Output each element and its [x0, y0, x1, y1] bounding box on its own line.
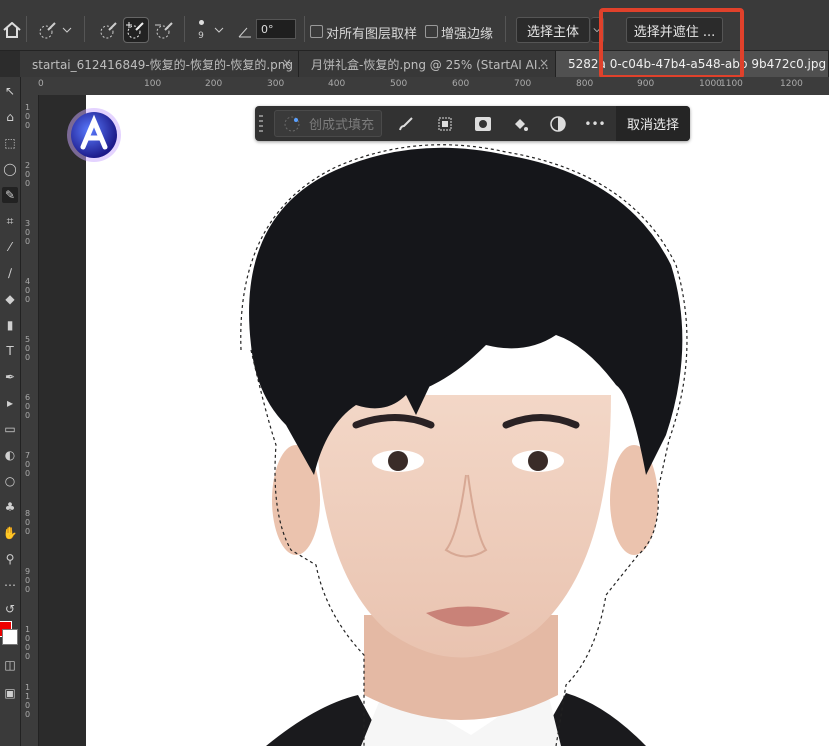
artboard-tool-icon[interactable]: ⌂ — [2, 109, 18, 125]
startai-logo — [66, 107, 122, 163]
enhance-edge-checkbox[interactable] — [425, 25, 438, 38]
ruler-label: 100 — [144, 79, 162, 89]
tab-label: 月饼礼盒-恢复的.png @ 25% (StartAI AI... — [311, 57, 549, 72]
more-options-icon[interactable]: ••• — [584, 114, 605, 134]
contextual-task-bar: 创成式填充 ••• 取消选择 — [255, 106, 690, 141]
ruler-label: 800 — [25, 509, 31, 536]
pen-tool-icon[interactable]: ✒ — [2, 369, 18, 385]
more-tools-icon[interactable]: ⋯ — [2, 577, 18, 593]
chevron-down-icon[interactable] — [212, 18, 226, 42]
brush-size-value: 9 — [198, 31, 204, 41]
ruler-label: 1100 — [25, 683, 31, 719]
home-icon[interactable] — [0, 18, 24, 42]
document-canvas[interactable] — [86, 95, 829, 746]
quick-mask-icon[interactable]: ◫ — [2, 657, 18, 673]
path-selection-tool-icon[interactable]: ▸ — [2, 395, 18, 411]
brush-tool-icon[interactable]: ∕ — [2, 265, 18, 281]
highlight-annotation — [599, 8, 744, 79]
ruler-label: 300 — [267, 79, 285, 89]
drag-handle-icon[interactable] — [259, 114, 263, 134]
ruler-label: 600 — [25, 393, 31, 420]
zoom-tool-icon[interactable]: ⚲ — [2, 551, 18, 567]
eyedropper-tool-icon[interactable]: ⁄ — [2, 239, 18, 255]
ruler-label: 200 — [205, 79, 223, 89]
ruler-label: 1000 — [25, 625, 31, 661]
ruler-label: 400 — [328, 79, 346, 89]
generative-fill-label: 创成式填充 — [309, 118, 375, 133]
angle-input[interactable]: 0° — [256, 19, 296, 39]
tab-label: startai_612416849-恢复的-恢复的-恢复的.png — [32, 57, 293, 72]
ruler-label: 1200 — [780, 79, 803, 89]
screen-mode-icon[interactable]: ▣ — [2, 685, 18, 701]
close-icon[interactable]: × — [282, 56, 292, 70]
sample-all-layers-checkbox[interactable] — [310, 25, 323, 38]
ruler-top: 0 100 200 300 400 500 600 700 800 900 10… — [20, 77, 829, 96]
ruler-label: 700 — [514, 79, 532, 89]
move-tool-icon[interactable]: ↖ — [2, 83, 18, 99]
pasteboard — [39, 95, 86, 746]
angle-icon — [238, 23, 252, 42]
marquee-tool-icon[interactable]: ⬚ — [2, 135, 18, 151]
brush-size-picker[interactable]: 9 — [194, 20, 208, 46]
blur-tool-icon[interactable]: ○ — [2, 473, 18, 489]
paint-bucket-tool-icon[interactable]: ◐ — [2, 447, 18, 463]
brush-refine-icon[interactable] — [396, 114, 416, 134]
ruler-label: 200 — [25, 161, 31, 188]
add-to-selection-brush-icon[interactable] — [123, 17, 149, 43]
ruler-label: 1000 — [699, 79, 722, 89]
shape-tool-icon[interactable]: ▭ — [2, 421, 18, 437]
adjustment-icon[interactable] — [548, 114, 568, 134]
quick-selection-tool-icon[interactable]: ✎ — [2, 187, 18, 203]
ruler-label: 1100 — [720, 79, 743, 89]
quick-selection-tool-preset-icon[interactable] — [36, 18, 60, 42]
sparkle-icon — [283, 115, 301, 137]
enhance-edge-label: 增强边缘 — [441, 27, 494, 42]
ruler-label: 500 — [25, 335, 31, 362]
swap-colors-icon[interactable]: ↺ — [2, 601, 18, 617]
portrait-photo — [240, 144, 688, 746]
mask-icon[interactable] — [473, 114, 493, 134]
deselect-button[interactable]: 取消选择 — [616, 106, 690, 141]
menu-bar — [0, 0, 829, 8]
type-tool-icon[interactable]: T — [2, 343, 18, 359]
fill-icon[interactable] — [510, 114, 530, 134]
tools-panel: ↖ ⌂ ⬚ ◯ ✎ ⌗ ⁄ ∕ ◆ ▮ T ✒ ▸ ▭ ◐ ○ ♣ ✋ ⚲ ⋯ … — [0, 77, 21, 746]
lasso-tool-icon[interactable]: ◯ — [2, 161, 18, 177]
stamp-tool-icon[interactable]: ♣ — [2, 499, 18, 515]
ruler-left: 100 200 300 400 500 600 700 800 900 1000… — [20, 95, 39, 746]
transform-selection-icon[interactable] — [435, 114, 455, 134]
ruler-label: 300 — [25, 219, 31, 246]
new-selection-brush-icon[interactable] — [97, 18, 121, 42]
hand-tool-icon[interactable]: ✋ — [2, 525, 18, 541]
background-color-swatch[interactable] — [2, 629, 18, 645]
select-subject-button[interactable]: 选择主体 — [516, 17, 590, 43]
gradient-tool-icon[interactable]: ▮ — [2, 317, 18, 333]
ruler-label: 400 — [25, 277, 31, 304]
ruler-label: 600 — [452, 79, 470, 89]
ruler-label: 0 — [38, 79, 44, 89]
ruler-label: 500 — [390, 79, 408, 89]
ruler-label: 800 — [576, 79, 594, 89]
ruler-label: 900 — [637, 79, 655, 89]
ruler-label: 700 — [25, 451, 31, 478]
ruler-label: 100 — [25, 103, 31, 130]
generative-fill-button[interactable]: 创成式填充 — [274, 110, 382, 137]
eraser-tool-icon[interactable]: ◆ — [2, 291, 18, 307]
close-icon[interactable]: × — [539, 56, 549, 70]
tab-document-1[interactable]: startai_612416849-恢复的-恢复的-恢复的.png × — [20, 51, 299, 77]
crop-tool-icon[interactable]: ⌗ — [2, 213, 18, 229]
ruler-label: 900 — [25, 567, 31, 594]
sample-all-layers-label: 对所有图层取样 — [326, 27, 418, 42]
subtract-from-selection-brush-icon[interactable] — [153, 18, 177, 42]
tab-document-2[interactable]: 月饼礼盒-恢复的.png @ 25% (StartAI AI... × — [299, 51, 556, 77]
chevron-down-icon[interactable] — [60, 18, 74, 42]
